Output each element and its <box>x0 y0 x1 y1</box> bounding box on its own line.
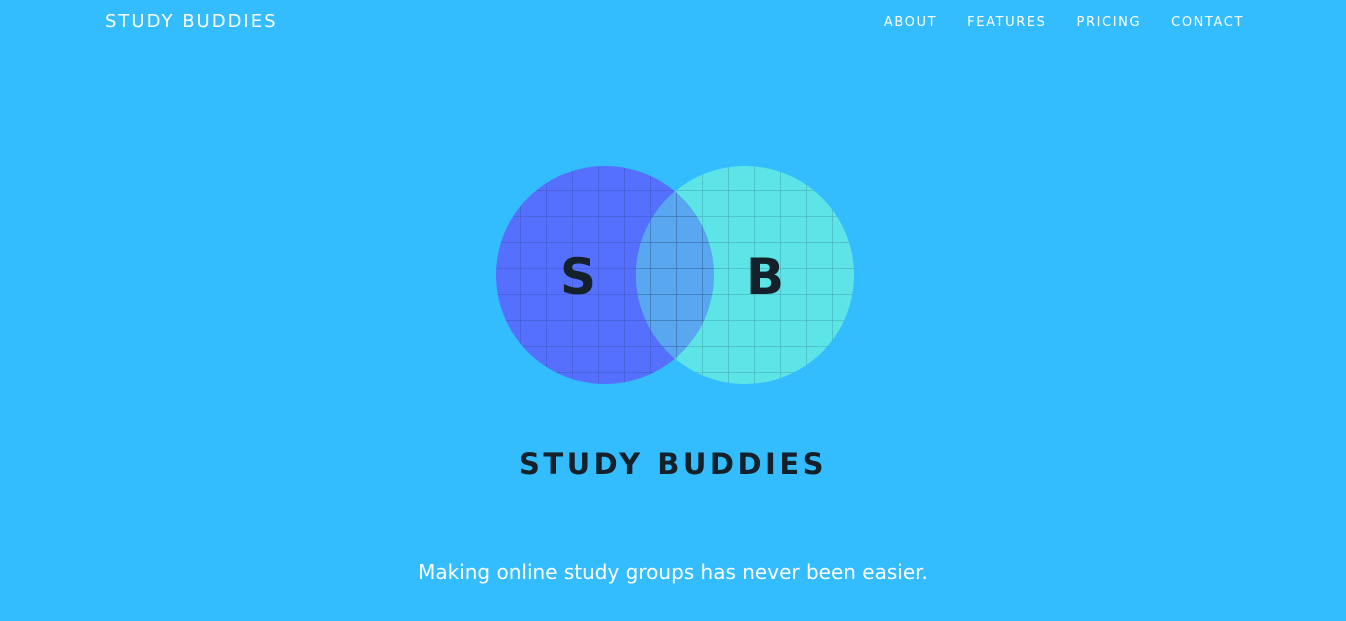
nav-contact[interactable]: CONTACT <box>1171 14 1244 32</box>
logo-wordmark: STUDY BUDDIES <box>518 447 828 481</box>
landing-page: STUDY BUDDIES ABOUT FEATURES PRICING CON… <box>0 0 1346 621</box>
main-nav: ABOUT FEATURES PRICING CONTACT <box>884 14 1244 32</box>
nav-about[interactable]: ABOUT <box>884 14 937 32</box>
logo-letter-b: B <box>746 248 784 306</box>
nav-pricing[interactable]: PRICING <box>1077 14 1142 32</box>
study-buddies-logo: S B <box>490 160 860 392</box>
brand-link[interactable]: STUDY BUDDIES <box>105 10 278 34</box>
hero-tagline: Making online study groups has never bee… <box>418 560 928 584</box>
logo-letter-s: S <box>560 248 596 306</box>
nav-features[interactable]: FEATURES <box>967 14 1046 32</box>
venn-logo-graphic: S B <box>496 166 854 384</box>
